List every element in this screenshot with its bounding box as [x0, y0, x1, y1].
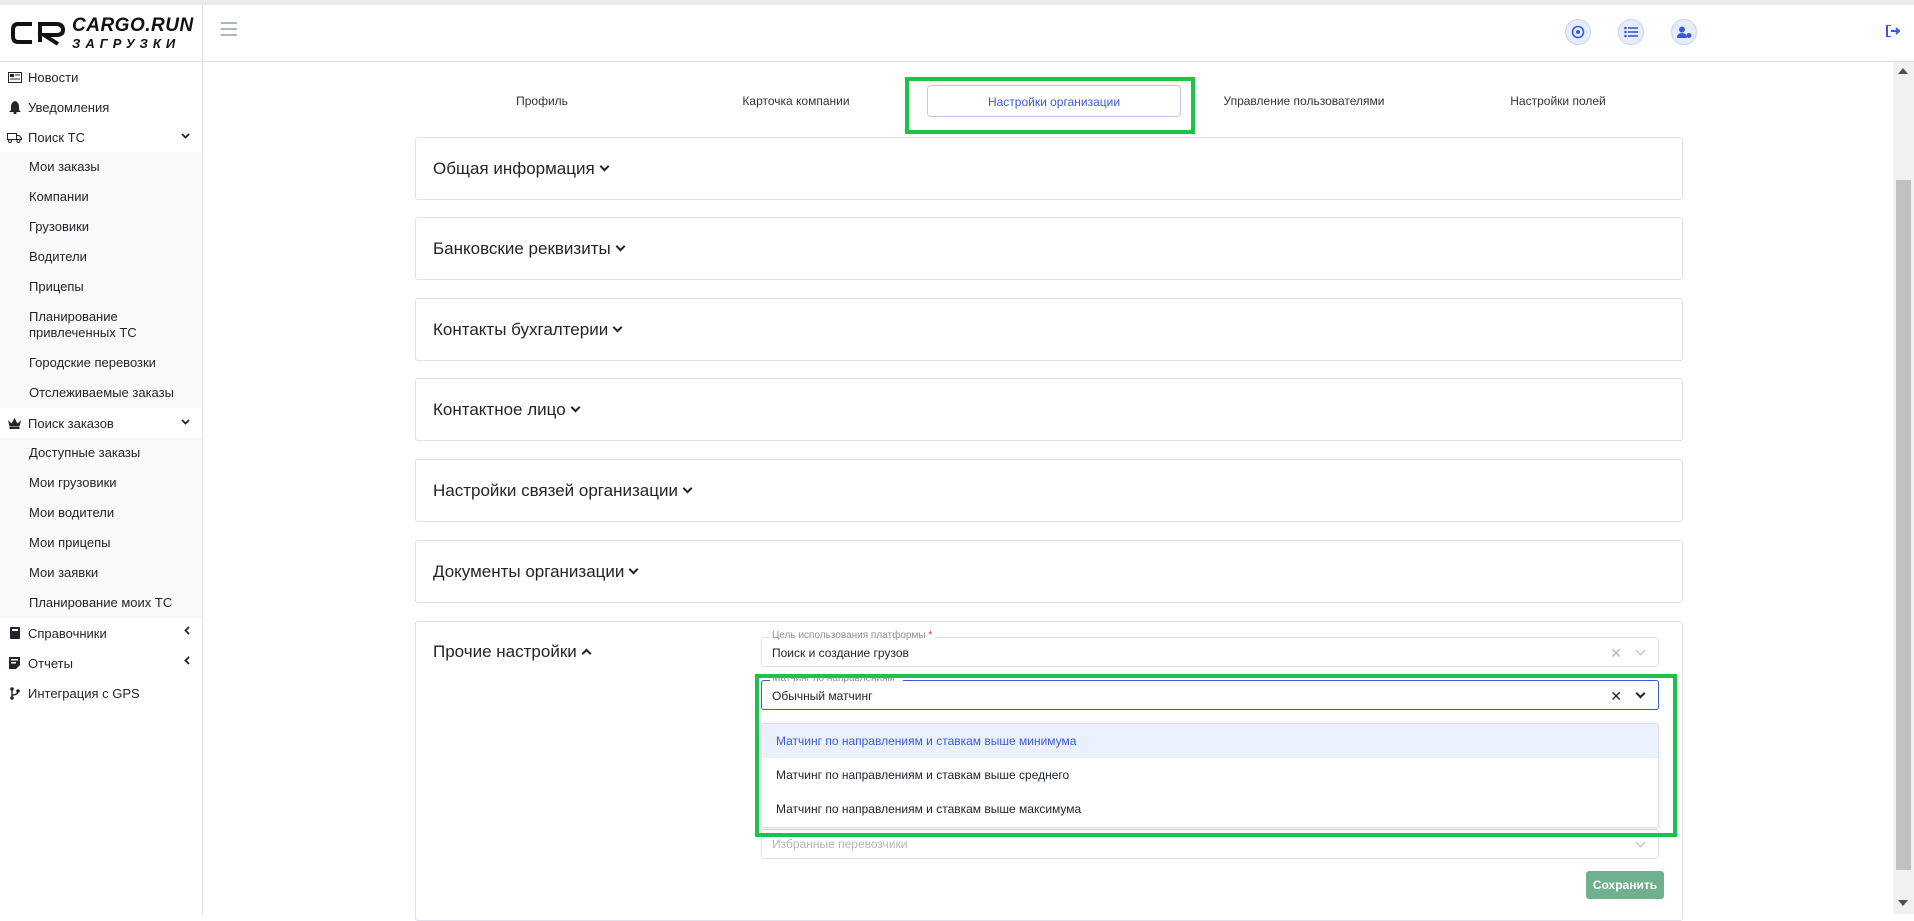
sidebar-subitem-my-requests[interactable]: Мои заявки [0, 558, 202, 588]
main-content: Профиль Карточка компании Настройки орга… [203, 62, 1893, 921]
chevron-left-icon [184, 656, 190, 668]
tab-profile[interactable]: Профиль [415, 85, 669, 117]
sidebar-subitem-my-trailers[interactable]: Мои прицепы [0, 528, 202, 558]
sidebar-subitem-available-orders[interactable]: Доступные заказы [0, 438, 202, 468]
sidebar-item-notifications[interactable]: Уведомления [0, 92, 202, 122]
section-accounting-contacts[interactable]: Контакты бухгалтерии [415, 298, 1683, 361]
sidebar-item-label: Новости [28, 69, 79, 85]
support-icon[interactable] [1565, 19, 1591, 45]
sidebar-item-label: Справочники [28, 625, 107, 641]
newspaper-icon [7, 70, 22, 84]
sidebar-item-label: Интеграция с GPS [28, 685, 140, 701]
sidebar: CARGO.RUN ЗАГРУЗКИ Новости Уведомления П… [0, 5, 203, 914]
section-title: Контакты бухгалтерии [433, 320, 609, 339]
bell-icon [7, 100, 22, 114]
branch-icon [7, 686, 22, 700]
sidebar-subitem-tracked-orders[interactable]: Отслеживаемые заказы [0, 378, 202, 408]
favorite-carriers-placeholder: Избранные перевозчики [772, 837, 908, 851]
chevron-up-icon [581, 648, 592, 659]
section-organization-documents[interactable]: Документы организации [415, 540, 1683, 603]
sidebar-item-news[interactable]: Новости [0, 62, 202, 92]
sidebar-item-label: Уведомления [28, 99, 110, 115]
section-title: Банковские реквизиты [433, 239, 611, 258]
sidebar-subitem-companies[interactable]: Компании [0, 182, 202, 212]
sidebar-item-order-search[interactable]: Поиск заказов [0, 408, 202, 438]
section-bank-details[interactable]: Банковские реквизиты [415, 217, 1683, 280]
sidebar-subitem-planning-attracted[interactable]: Планирование привлеченных ТС [0, 302, 202, 348]
sidebar-item-label: Поиск ТС [28, 129, 85, 145]
chevron-down-icon [599, 161, 610, 172]
sidebar-subitem-trucks[interactable]: Грузовики [0, 212, 202, 242]
clear-icon[interactable]: ✕ [1610, 645, 1622, 662]
field-label: Цель использования платформы [772, 630, 926, 641]
chevron-down-icon[interactable] [1635, 837, 1646, 848]
sidebar-subitem-my-orders[interactable]: Мои заказы [0, 152, 202, 182]
user-settings-icon[interactable] [1671, 19, 1697, 45]
sidebar-item-reports[interactable]: Отчеты [0, 648, 202, 678]
scrollbar-thumb[interactable] [1896, 180, 1911, 870]
sidebar-subitem-my-planning[interactable]: Планирование моих ТС [0, 588, 202, 618]
hamburger-menu-icon[interactable] [221, 22, 237, 36]
chevron-down-icon [682, 483, 693, 494]
highlight-frame-tab [905, 77, 1195, 134]
sidebar-item-vehicle-search[interactable]: Поиск ТС [0, 122, 202, 152]
sidebar-item-label: Поиск заказов [28, 415, 114, 431]
section-organization-links[interactable]: Настройки связей организации [415, 459, 1683, 522]
sidebar-subitem-trailers[interactable]: Прицепы [0, 272, 202, 302]
scroll-down-arrow-icon[interactable] [1898, 900, 1908, 906]
highlight-frame-dropdown [755, 674, 1677, 837]
save-button[interactable]: Сохранить [1586, 871, 1664, 899]
book-icon [7, 626, 22, 640]
report-icon [7, 656, 22, 670]
platform-goal-select[interactable]: Цель использования платформы * Поиск и с… [761, 630, 1659, 667]
section-title: Настройки связей организации [433, 481, 678, 500]
sidebar-nav: Новости Уведомления Поиск ТС Мои заказы … [0, 62, 202, 708]
platform-goal-value: Поиск и создание грузов [772, 646, 909, 660]
chevron-down-icon [181, 130, 190, 142]
sidebar-subitem-city-transport[interactable]: Городские перевозки [0, 348, 202, 378]
sidebar-item-label: Отчеты [28, 655, 73, 671]
sidebar-subitem-my-drivers[interactable]: Мои водители [0, 498, 202, 528]
chevron-down-icon [570, 402, 581, 413]
top-header [203, 5, 1914, 62]
brand-title: CARGO.RUN [72, 15, 194, 36]
scroll-up-arrow-icon[interactable] [1898, 68, 1908, 74]
sidebar-subitem-my-trucks[interactable]: Мои грузовики [0, 468, 202, 498]
chevron-down-icon [181, 416, 190, 428]
tab-user-management[interactable]: Управление пользователями [1177, 85, 1431, 117]
chevron-down-icon [628, 564, 639, 575]
section-title: Контактное лицо [433, 400, 566, 419]
crown-icon [7, 416, 22, 430]
chevron-down-icon [615, 241, 626, 252]
truck-icon [7, 130, 22, 144]
cargo-logo-icon [11, 22, 66, 46]
list-icon[interactable] [1618, 19, 1644, 45]
section-title: Общая информация [433, 159, 595, 178]
section-contact-person[interactable]: Контактное лицо [415, 378, 1683, 441]
section-general-info[interactable]: Общая информация [415, 137, 1683, 200]
sidebar-subitem-drivers[interactable]: Водители [0, 242, 202, 272]
section-title: Документы организации [433, 562, 625, 581]
section-title: Прочие настройки [433, 642, 577, 661]
logo[interactable]: CARGO.RUN ЗАГРУЗКИ [0, 5, 202, 62]
tab-field-settings[interactable]: Настройки полей [1431, 85, 1685, 117]
tab-company-card[interactable]: Карточка компании [669, 85, 923, 117]
logout-icon[interactable] [1886, 24, 1901, 38]
sidebar-item-references[interactable]: Справочники [0, 618, 202, 648]
chevron-left-icon [184, 626, 190, 638]
chevron-down-icon[interactable] [1635, 645, 1646, 656]
sidebar-item-gps-integration[interactable]: Интеграция с GPS [0, 678, 202, 708]
chevron-down-icon [612, 322, 623, 333]
brand-subtitle: ЗАГРУЗКИ [72, 36, 181, 51]
